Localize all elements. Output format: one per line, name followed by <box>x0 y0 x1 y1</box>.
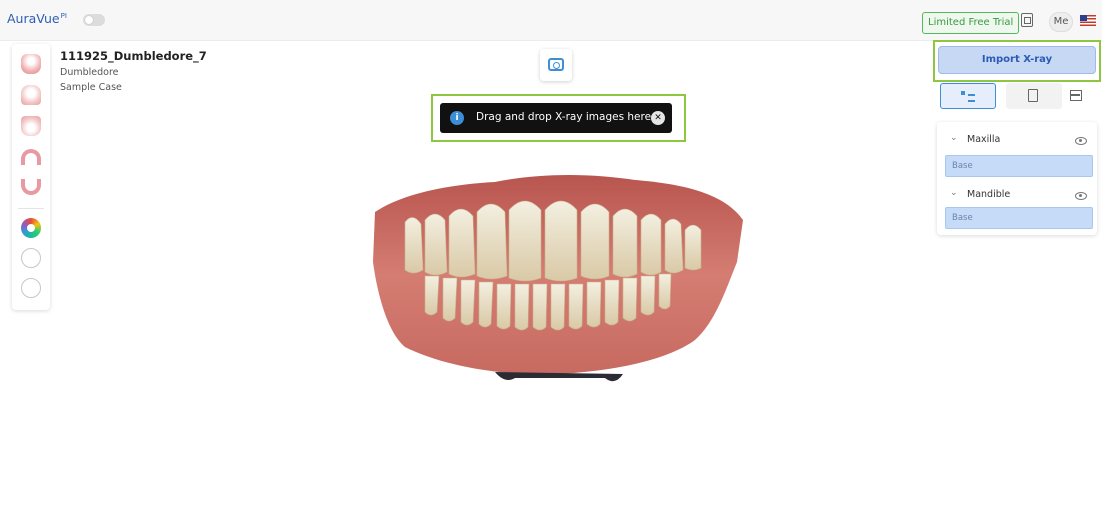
top-bar: AuraVuePI Limited Free Trial Me <box>0 0 1102 41</box>
tree-item-label: Maxilla <box>967 134 1001 145</box>
chevron-down-icon[interactable]: ⌄ <box>950 133 958 143</box>
case-title: 111925_Dumbledore_7 <box>60 49 207 63</box>
chevron-down-icon[interactable]: ⌄ <box>950 188 958 198</box>
camera-icon <box>548 58 564 71</box>
info-icon: i <box>450 111 464 125</box>
left-toolbar <box>12 44 50 310</box>
screenshot-button[interactable] <box>540 49 572 81</box>
upper-arch-icon[interactable] <box>21 147 41 167</box>
tree-item-label: Mandible <box>967 189 1011 200</box>
report-icon <box>1028 89 1038 102</box>
tab-model-tree[interactable] <box>940 83 996 109</box>
teeth-render <box>373 175 743 382</box>
tree-item-mandible[interactable]: ⌄ Mandible <box>937 185 1097 205</box>
app-name: AuraVue <box>7 11 60 26</box>
dental-3d-model[interactable] <box>365 172 750 387</box>
color-wheel-icon[interactable] <box>21 218 41 238</box>
tree-child-base[interactable]: Base <box>945 207 1093 229</box>
app-logo: AuraVuePI <box>7 11 67 26</box>
lower-arch-icon[interactable] <box>21 177 41 197</box>
case-subtitle: Sample Case <box>60 82 122 93</box>
layout-icon <box>1070 90 1082 101</box>
toolbar-divider <box>18 208 44 209</box>
lower-jaw-icon[interactable] <box>21 116 41 136</box>
tooth-analysis-icon[interactable] <box>21 248 41 268</box>
xray-drop-toast: i Drag and drop X-ray images here ✕ <box>440 103 672 133</box>
eye-icon[interactable] <box>1075 137 1087 145</box>
tree-item-maxilla[interactable]: ⌄ Maxilla <box>937 130 1097 150</box>
app-superscript: PI <box>60 11 67 20</box>
toast-message: Drag and drop X-ray images here <box>476 111 652 123</box>
close-icon[interactable]: ✕ <box>651 111 665 125</box>
full-jaw-icon[interactable] <box>21 54 41 74</box>
us-flag-icon[interactable] <box>1080 15 1096 26</box>
tab-layout[interactable] <box>1062 83 1092 109</box>
trial-badge[interactable]: Limited Free Trial <box>922 12 1020 34</box>
tree-icon <box>961 91 975 103</box>
crown-check-icon[interactable] <box>21 278 41 298</box>
tree-child-base[interactable]: Base <box>945 155 1093 177</box>
eye-icon[interactable] <box>1075 192 1087 200</box>
import-xray-button[interactable]: Import X-ray <box>938 46 1096 74</box>
upper-jaw-icon[interactable] <box>21 85 41 105</box>
tab-report[interactable] <box>1006 83 1062 109</box>
tree-child-label: Base <box>952 161 973 171</box>
patient-name: Dumbledore <box>60 67 119 78</box>
calendar-icon[interactable] <box>1021 13 1033 27</box>
toggle-knob <box>85 16 93 24</box>
model-tree-panel: ⌄ Maxilla Base ⌄ Mandible Base <box>937 122 1097 235</box>
mode-toggle[interactable] <box>83 14 105 26</box>
user-avatar[interactable]: Me <box>1049 12 1073 32</box>
right-panel-tabs <box>938 83 1096 111</box>
tree-child-label: Base <box>952 213 973 223</box>
